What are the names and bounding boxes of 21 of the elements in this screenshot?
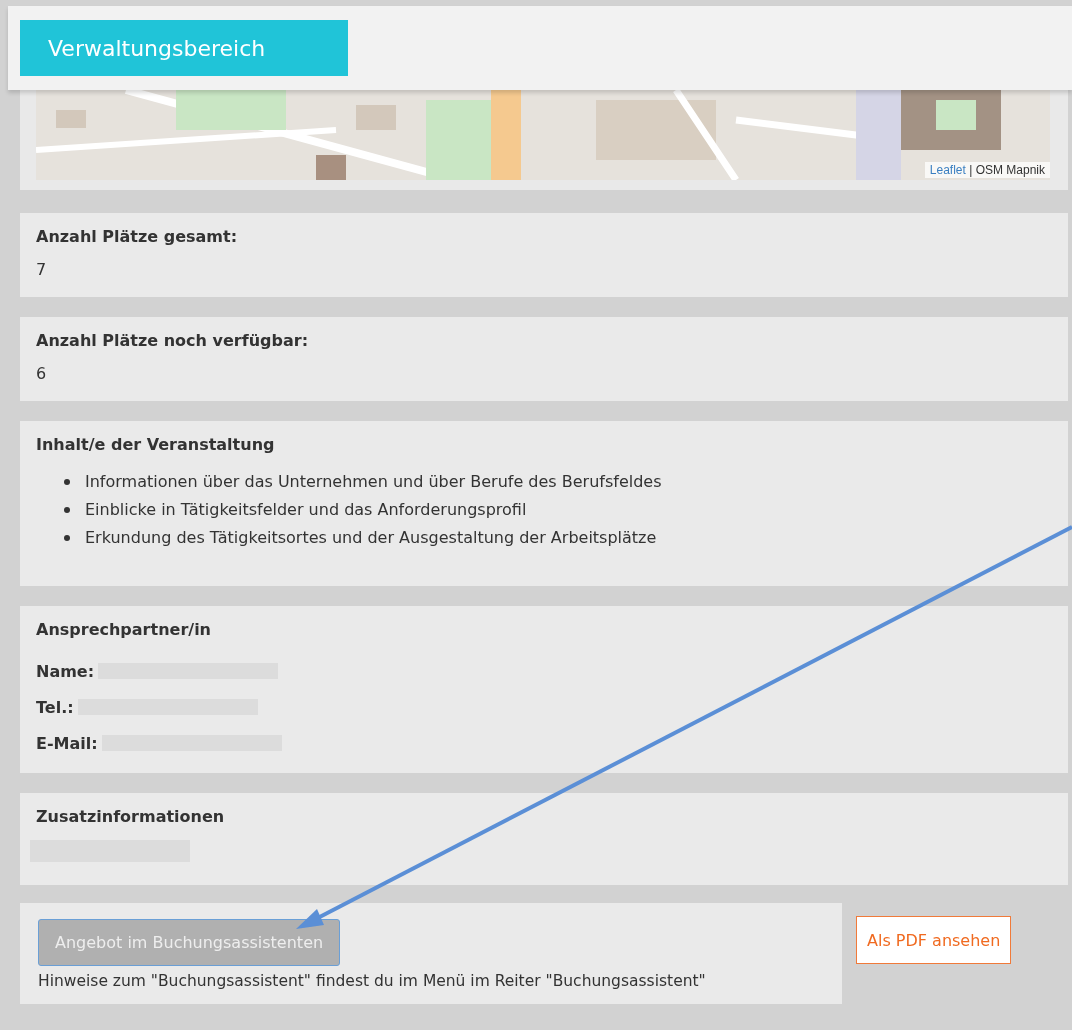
- bullet-icon: [64, 535, 70, 541]
- field-label: Anzahl Plätze gesamt:: [36, 227, 239, 246]
- field-value: 6: [36, 364, 48, 385]
- bullet-icon: [64, 479, 70, 485]
- contact-label: E-Mail:: [36, 733, 98, 753]
- list-item: Informationen über das Unternehmen und über Berufe des Berufsfeldes: [85, 471, 662, 493]
- field-label: Anzahl Plätze noch verfügbar:: [36, 331, 310, 350]
- field-label: Zusatzinformationen: [36, 807, 226, 826]
- list-item: Erkundung des Tätigkeitsortes und der Ausgestaltung der Arbeitsplätze: [85, 527, 657, 549]
- leaflet-link[interactable]: Leaflet: [929, 163, 966, 177]
- contact-label: Name:: [36, 661, 95, 681]
- field-value: 7: [36, 260, 48, 281]
- list-item: Einblicke in Tätigkeitsfelder und das Anforderungsprofil: [85, 499, 527, 521]
- field-label: Inhalt/e der Veranstaltung: [36, 435, 276, 454]
- field-label: Ansprechpartner/in: [36, 620, 212, 639]
- map-attribution: | OSM Mapnik: [969, 163, 1045, 177]
- pdf-button[interactable]: Als PDF ansehen: [856, 916, 1012, 964]
- admin-button[interactable]: Verwaltungsbereich: [20, 20, 348, 76]
- bullet-icon: [64, 507, 70, 513]
- contact-label: Tel.:: [36, 697, 74, 717]
- booking-hint: Hinweise zum "Buchungsassistent" findest du im Menü im Reiter "Buchungsassistent": [38, 972, 707, 990]
